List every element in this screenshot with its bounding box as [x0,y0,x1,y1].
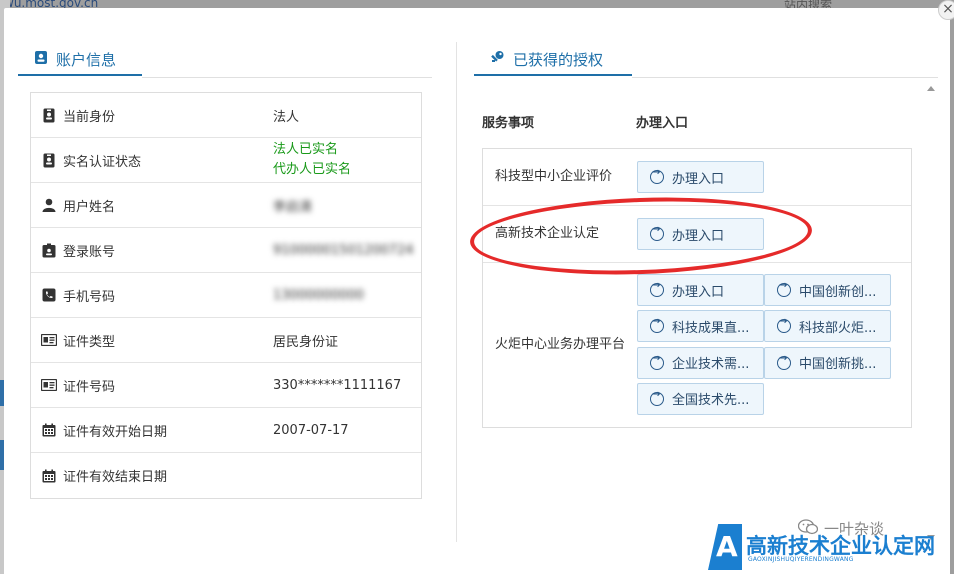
id-card-icon [34,50,48,69]
scroll-up-arrow-icon[interactable] [927,86,935,91]
account-row-value: 91000001501200724 [273,242,414,258]
account-row: 当前身份 法人 [31,93,421,138]
entry-button[interactable]: 全国技术先... [637,382,764,415]
tab-account-info[interactable]: 账户信息 [18,44,142,76]
phone-icon [31,288,61,302]
account-row-value: 13000000000 [273,287,364,303]
entry-button-label: 中国创新创... [799,284,877,300]
site-logo-watermark: A 高新技术企业认定网 GAOXINJISHUQIYERENDINGWANG [706,524,950,574]
account-row: 证件有效开始日期 2007-07-17 [31,408,421,453]
calendar-icon [31,423,61,437]
scrollbar[interactable] [924,86,938,540]
user-icon [31,198,61,212]
account-row: 证件类型 居民身份证 [31,318,421,363]
auth-entry-buttons: 办理入口 中国创新创... 科技成果直... 科技部火炬... 企业技术需...… [637,263,911,427]
entry-button-label: 企业技术需... [672,357,750,372]
account-dialog: 账户信息 已获得的授权 当前身份 法人 实名认证状态 法人已实名 代办人已实名 … [4,8,950,574]
verification-status: 法人已实名 代办人已实名 [273,140,421,180]
tab-granted-authorizations[interactable]: 已获得的授权 [474,44,632,76]
entry-button[interactable]: 办理入口 [637,274,764,306]
tab-granted-label: 已获得的授权 [513,50,604,69]
account-row-value: 330*******1111167 [273,377,402,393]
arrow-circle-icon [650,280,664,297]
account-row-label: 证件号码 [63,379,116,395]
id-card-icon [31,379,61,391]
entry-button[interactable]: 科技部火炬... [764,310,891,343]
agent-verified: 代办人已实名 [273,162,352,177]
auth-header-entry: 办理入口 [636,116,689,131]
entry-button[interactable]: 办理入口 [637,161,764,193]
id-card-icon [31,334,61,346]
account-info-table: 当前身份 法人 实名认证状态 法人已实名 代办人已实名 用户姓名 李启清 登录账… [30,92,422,499]
auth-row: 火炬中心业务办理平台 办理入口 中国创新创... 科技成果直... 科技部火炬.… [483,263,911,427]
arrow-circle-icon [650,316,664,334]
auth-header-service: 服务事项 [482,116,535,131]
entry-button-label: 办理入口 [672,171,725,187]
entry-button[interactable]: 企业技术需... [637,346,764,379]
logo-mark: A [708,524,742,570]
column-divider [456,42,457,542]
account-row-label: 当前身份 [63,109,116,125]
logo-subtitle: GAOXINJISHUQIYERENDINGWANG [748,556,854,563]
entry-button-label: 科技成果直... [672,320,750,336]
legal-person-verified: 法人已实名 [273,142,339,157]
account-row: 实名认证状态 法人已实名 代办人已实名 [31,138,421,183]
tab-underline-left [142,77,432,78]
id-badge-icon [31,153,61,168]
account-row-label: 证件类型 [63,334,116,350]
arrow-circle-icon [650,353,664,370]
auth-entry-buttons: 办理入口 [637,149,911,205]
tab-account-info-label: 账户信息 [56,50,117,69]
key-icon [490,50,505,69]
entry-button-label: 科技部火炬... [799,320,877,336]
account-row: 登录账号 91000001501200724 [31,228,421,273]
account-row-label: 证件有效开始日期 [63,424,168,440]
account-row: 用户姓名 李启清 [31,183,421,228]
entry-button-label: 中国创新挑... [799,357,877,372]
calendar-icon [31,469,61,483]
tab-underline-right [632,77,938,78]
arrow-circle-icon [777,353,791,370]
account-row: 证件号码 330*******1111167 [31,363,421,408]
arrow-circle-icon [650,389,664,406]
id-badge-icon [31,108,61,123]
authorization-table: 科技型中小企业评价 办理入口 高新技术企业认定 办理入口 火炬中心业务办理平台 … [482,148,912,428]
account-row-value: 李启清 [273,199,313,215]
account-row: 证件有效结束日期 [31,453,421,498]
entry-button-label: 全国技术先... [672,393,750,409]
entry-button-label: 办理入口 [672,284,725,300]
account-row-label: 登录账号 [63,244,116,260]
briefcase-icon [31,243,61,258]
account-row-value: 2007-07-17 [273,422,349,438]
entry-button[interactable]: 中国创新挑... [764,346,891,379]
account-row-label: 证件有效结束日期 [63,470,168,485]
account-row-value: 居民身份证 [273,334,339,350]
arrow-circle-icon [777,316,791,334]
auth-service-name: 火炬中心业务办理平台 [495,337,626,352]
arrow-circle-icon [777,280,791,297]
arrow-circle-icon [650,167,664,184]
entry-button[interactable]: 科技成果直... [637,310,764,343]
account-row-label: 手机号码 [63,289,116,305]
account-row-value: 法人 [273,109,300,125]
account-row: 手机号码 13000000000 [31,273,421,318]
close-icon[interactable]: × [938,0,954,20]
account-row-label: 用户姓名 [63,199,116,215]
auth-service-name: 科技型中小企业评价 [495,169,613,184]
account-row-label: 实名认证状态 [63,154,142,170]
entry-button[interactable]: 中国创新创... [764,274,891,306]
